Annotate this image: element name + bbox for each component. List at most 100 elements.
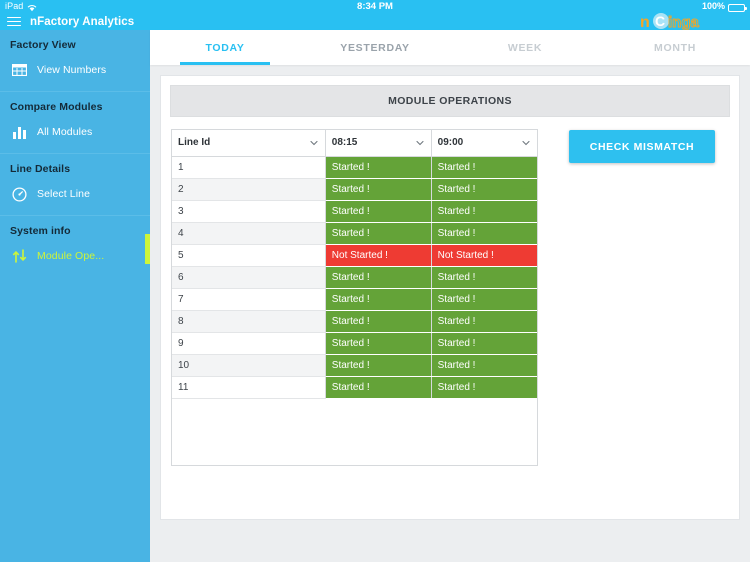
table-row: 5 Not Started ! Not Started ! [172,244,537,267]
sidebar-item-label: All Modules [37,126,93,138]
sidebar-group-factory-view: Factory View View Numbers [0,30,150,92]
cell-line-id: 6 [172,266,326,289]
cell-line-id: 11 [172,376,326,399]
status-bar-clock: 8:34 PM [357,1,393,12]
tab-month[interactable]: MONTH [600,30,750,65]
sidebar-group-system-info: System info Module Ope... [0,216,150,277]
cell-status-0815: Started ! [325,288,432,311]
hamburger-menu-icon[interactable] [7,16,21,27]
cell-line-id: 10 [172,354,326,377]
cell-status-0815: Started ! [325,332,432,355]
panel-body: Line Id 08:15 09:00 1 Started ! Started … [161,117,739,466]
cell-status-0900: Started ! [431,332,537,355]
battery-full-icon [728,3,747,12]
table-header-row: Line Id 08:15 09:00 [172,130,537,157]
chevron-down-icon[interactable] [416,139,424,147]
ios-status-bar: iPad 8:34 PM 100% [0,0,750,13]
up-down-arrows-icon [11,249,28,264]
sidebar: Factory View View Numbers Compare Module… [0,30,150,562]
svg-text:C: C [655,13,665,29]
column-header-label: Line Id [178,137,211,149]
cell-status-0900: Not Started ! [431,244,537,267]
compass-gauge-icon [11,186,28,202]
table-row: 4 Started ! Started ! [172,222,537,245]
table-row: 8 Started ! Started ! [172,310,537,333]
sidebar-heading-line-details: Line Details [10,163,71,175]
sidebar-item-label: View Numbers [37,64,107,76]
sidebar-heading-system-info: System info [10,225,71,237]
table-row: 11 Started ! Started ! [172,376,537,399]
column-header-0815[interactable]: 08:15 [325,130,432,157]
cell-status-0900: Started ! [431,178,537,201]
cell-status-0815: Started ! [325,376,432,399]
tab-yesterday[interactable]: YESTERDAY [300,30,450,65]
cell-status-0900: Started ! [431,376,537,399]
sidebar-item-module-operations[interactable]: Module Ope... [0,234,150,267]
cell-line-id: 2 [172,178,326,201]
table-row: 1 Started ! Started ! [172,156,537,179]
column-header-label: 09:00 [437,137,464,149]
cell-status-0815: Started ! [325,354,432,377]
cell-line-id: 1 [172,156,326,179]
actions-column: CHECK MISMATCH [538,129,715,466]
app-navbar: nFactory Analytics n C inga [0,12,750,31]
module-operations-card: MODULE OPERATIONS Line Id 08:15 09:00 1 … [160,75,740,520]
sidebar-group-line-details: Line Details Select Line [0,154,150,216]
sidebar-item-all-modules[interactable]: All Modules [0,113,150,143]
cell-status-0900: Started ! [431,222,537,245]
svg-text:n: n [640,14,650,31]
table-row: 3 Started ! Started ! [172,200,537,223]
ncinga-logo: n C inga [640,12,710,31]
cell-status-0900: Started ! [431,156,537,179]
table-row: 7 Started ! Started ! [172,288,537,311]
cell-status-0815: Not Started ! [325,244,432,267]
cell-status-0900: Started ! [431,266,537,289]
cell-status-0815: Started ! [325,266,432,289]
cell-status-0815: Started ! [325,178,432,201]
chevron-down-icon[interactable] [522,139,530,147]
cell-status-0815: Started ! [325,156,432,179]
module-operations-table: Line Id 08:15 09:00 1 Started ! Started … [172,130,537,399]
tab-today[interactable]: TODAY [150,30,300,65]
panel-title: MODULE OPERATIONS [170,85,730,117]
sidebar-item-label: Module Ope... [37,250,105,262]
sidebar-heading-factory-view: Factory View [10,39,76,51]
column-header-line-id[interactable]: Line Id [172,130,326,157]
sidebar-item-label: Select Line [37,188,91,200]
cell-line-id: 4 [172,222,326,245]
table-head: Line Id 08:15 09:00 [172,130,537,157]
app-root: iPad 8:34 PM 100% nFactory Analytics n C… [0,0,750,562]
table-body: 1 Started ! Started ! 2 Started ! Started ! 3 S… [172,156,537,399]
table-row: 2 Started ! Started ! [172,178,537,201]
sidebar-heading-compare-modules: Compare Modules [10,101,103,113]
cell-line-id: 9 [172,332,326,355]
column-header-0900[interactable]: 09:00 [431,130,537,157]
cell-status-0815: Started ! [325,222,432,245]
app-title: nFactory Analytics [30,15,135,28]
sidebar-item-view-numbers[interactable]: View Numbers [0,51,150,81]
period-tab-bar: TODAY YESTERDAY WEEK MONTH [150,30,750,65]
cell-line-id: 8 [172,310,326,333]
cell-status-0900: Started ! [431,288,537,311]
sidebar-item-select-line[interactable]: Select Line [0,175,150,205]
table-row: 6 Started ! Started ! [172,266,537,289]
bar-chart-icon [11,125,28,140]
check-mismatch-button[interactable]: CHECK MISMATCH [569,130,715,163]
cell-status-0815: Started ! [325,310,432,333]
sidebar-group-compare-modules: Compare Modules All Modules [0,92,150,154]
navbar-left: nFactory Analytics [7,13,134,30]
table-grid-icon [11,63,28,78]
tab-week[interactable]: WEEK [450,30,600,65]
column-header-label: 08:15 [331,137,358,149]
cell-status-0900: Started ! [431,200,537,223]
main-content: TODAY YESTERDAY WEEK MONTH MODULE OPERAT… [150,30,750,562]
cell-status-0900: Started ! [431,354,537,377]
table-row: 10 Started ! Started ! [172,354,537,377]
cell-line-id: 5 [172,244,326,267]
chevron-down-icon[interactable] [310,139,318,147]
svg-text:inga: inga [668,14,699,31]
cell-status-0900: Started ! [431,310,537,333]
cell-status-0815: Started ! [325,200,432,223]
table-row: 9 Started ! Started ! [172,332,537,355]
cell-line-id: 3 [172,200,326,223]
